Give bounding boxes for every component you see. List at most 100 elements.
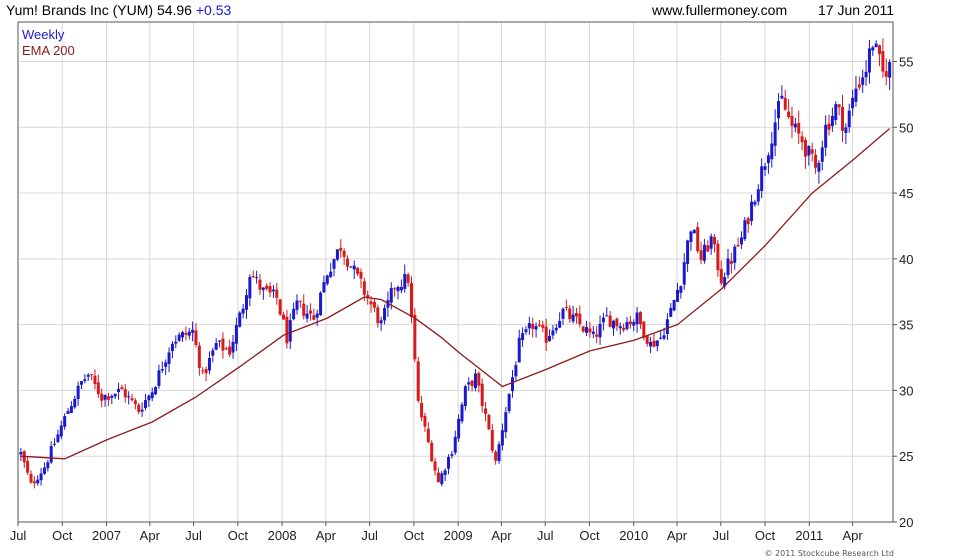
candle-body xyxy=(457,418,461,439)
ema-200-series xyxy=(20,128,891,460)
candle-body xyxy=(675,289,679,302)
candle-body xyxy=(100,393,104,401)
y-tick-label: 20 xyxy=(899,515,913,530)
candle-body xyxy=(524,329,528,333)
candle-body xyxy=(66,411,70,414)
candle-body xyxy=(665,319,669,334)
candle-body xyxy=(686,240,690,264)
candle-body xyxy=(228,346,232,355)
candle-body xyxy=(120,387,124,390)
candle-body xyxy=(773,122,777,146)
candle-body xyxy=(733,246,737,263)
candle-body xyxy=(440,473,444,485)
candle-body xyxy=(346,258,350,267)
candle-body xyxy=(393,288,397,290)
candle-body xyxy=(90,374,94,376)
candle-body xyxy=(696,227,700,252)
candle-body xyxy=(79,381,83,385)
candle-body xyxy=(362,281,366,295)
x-tick-label: Oct xyxy=(579,528,600,543)
x-tick-label: 2009 xyxy=(444,528,473,543)
site-url[interactable]: www.fullermoney.com xyxy=(652,2,787,18)
candle-body xyxy=(477,373,481,386)
candle-body xyxy=(295,300,299,310)
x-tick-label: 2010 xyxy=(619,528,648,543)
candle-body xyxy=(554,327,558,331)
candle-body xyxy=(265,285,269,289)
candle-body xyxy=(335,249,339,260)
candle-body xyxy=(96,382,100,395)
y-tick-label: 40 xyxy=(899,252,913,267)
price-change: +0.53 xyxy=(195,2,232,18)
candle-body xyxy=(76,385,80,400)
candle-body xyxy=(214,343,218,350)
candle-body xyxy=(531,323,535,329)
candle-body xyxy=(507,393,511,412)
candle-body xyxy=(305,313,309,319)
candle-body xyxy=(123,389,127,398)
candle-body xyxy=(847,110,851,128)
candle-body xyxy=(157,370,161,386)
candle-body xyxy=(359,271,363,279)
candle-body xyxy=(702,244,706,261)
candle-body xyxy=(766,155,770,164)
candle-body xyxy=(682,262,686,285)
candle-body xyxy=(140,409,144,412)
candle-body xyxy=(372,302,376,308)
candle-body xyxy=(177,334,181,341)
candle-body xyxy=(857,84,861,88)
candle-body xyxy=(143,400,147,409)
candle-body xyxy=(662,335,666,339)
candle-body xyxy=(406,274,410,283)
candle-body xyxy=(537,324,541,326)
chart-title: Yum! Brands Inc (YUM) 54.96 +0.53 xyxy=(6,2,231,18)
candle-body xyxy=(248,276,252,299)
candle-body xyxy=(561,308,565,319)
candle-body xyxy=(133,400,137,405)
candle-body xyxy=(484,408,488,414)
candle-body xyxy=(521,333,525,340)
legend-item: Weekly xyxy=(22,27,65,42)
candle-body xyxy=(544,326,548,343)
candle-body xyxy=(39,473,43,481)
candle-body xyxy=(32,481,36,484)
candle-body xyxy=(830,115,834,126)
candle-body xyxy=(709,236,713,249)
candle-body xyxy=(325,275,329,284)
candle-body xyxy=(26,460,30,473)
x-tick-label: Apr xyxy=(491,528,512,543)
y-tick-label: 55 xyxy=(899,54,913,69)
candle-body xyxy=(746,218,750,225)
candle-body xyxy=(167,352,171,364)
candle-body xyxy=(184,332,188,335)
candle-body xyxy=(615,318,619,327)
candle-body xyxy=(494,451,498,461)
x-tick-label: Jul xyxy=(361,528,378,543)
legend-item: EMA 200 xyxy=(22,43,75,58)
candle-body xyxy=(834,104,838,120)
candle-body xyxy=(207,357,211,371)
candle-body xyxy=(339,247,343,251)
candle-body xyxy=(497,444,501,462)
candle-body xyxy=(797,123,801,134)
candle-body xyxy=(322,282,326,293)
candle-body xyxy=(628,321,632,325)
candle-body xyxy=(268,286,272,293)
candle-body xyxy=(851,97,855,109)
candle-body xyxy=(844,127,848,134)
candle-body xyxy=(181,332,185,338)
candle-body xyxy=(770,143,774,160)
candle-body xyxy=(679,286,683,293)
y-axis-ticks: 20 25 30 35 40 45 50 55 xyxy=(893,54,913,530)
candle-body xyxy=(595,334,599,337)
candle-body xyxy=(221,338,225,351)
candle-body xyxy=(800,136,804,143)
candle-body xyxy=(591,331,595,334)
x-tick-label: 2011 xyxy=(795,528,823,543)
candle-body xyxy=(726,258,730,276)
candle-body xyxy=(783,97,787,110)
candle-body xyxy=(642,321,646,338)
candle-body xyxy=(302,303,306,316)
candle-body xyxy=(103,395,107,400)
candle-body xyxy=(612,320,616,329)
